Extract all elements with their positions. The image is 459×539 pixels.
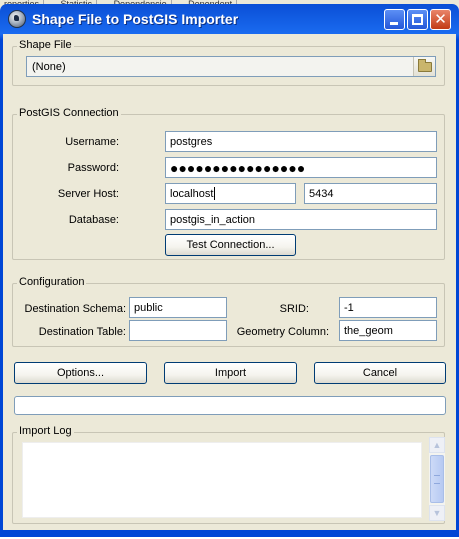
connection-legend: PostGIS Connection: [17, 107, 121, 119]
browse-button[interactable]: [413, 57, 435, 76]
scroll-up-arrow-icon[interactable]: ▲: [429, 437, 445, 453]
maximize-button[interactable]: [407, 9, 428, 30]
options-button[interactable]: Options...: [14, 362, 147, 384]
destination-schema-label: Destination Schema:: [24, 303, 127, 315]
password-value: ●●●●●●●●●●●●●●●●: [170, 159, 306, 176]
host-input[interactable]: localhost: [165, 183, 296, 204]
destination-table-input[interactable]: [129, 320, 227, 341]
username-label: Username:: [65, 136, 119, 148]
window-controls: ✕: [384, 9, 451, 30]
srid-label: SRID:: [279, 303, 309, 315]
destination-schema-value: public: [134, 301, 163, 314]
port-input[interactable]: 5434: [304, 183, 437, 204]
text-caret: [214, 187, 216, 200]
postgis-connection-group: PostGIS Connection Username: postgres Pa…: [12, 107, 445, 260]
dialog-client-area: Shape File (None) PostGIS Connection Use…: [3, 34, 456, 530]
import-log-group: Import Log ▲ ▼: [12, 425, 445, 524]
shape-file-value: (None): [32, 60, 66, 73]
shape-file-combo[interactable]: (None): [26, 56, 436, 77]
password-label: Password:: [67, 162, 119, 174]
import-button[interactable]: Import: [164, 362, 297, 384]
minimize-button[interactable]: [384, 9, 405, 30]
host-value: localhost: [170, 187, 214, 200]
password-input[interactable]: ●●●●●●●●●●●●●●●●: [165, 157, 437, 178]
geometry-column-label: Geometry Column:: [236, 326, 329, 338]
geometry-column-value: the_geom: [344, 324, 393, 337]
shape-file-legend: Shape File: [17, 39, 74, 51]
scroll-thumb[interactable]: [430, 455, 444, 503]
maximize-icon: [412, 14, 423, 25]
import-progress-bar: [14, 396, 446, 415]
username-value: postgres: [170, 135, 213, 148]
test-connection-button[interactable]: Test Connection...: [165, 234, 296, 256]
geometry-column-input[interactable]: the_geom: [339, 320, 437, 341]
configuration-legend: Configuration: [17, 276, 87, 288]
folder-icon: [417, 58, 432, 72]
import-log-legend: Import Log: [17, 425, 74, 437]
configuration-group: Configuration Destination Schema: public…: [12, 276, 445, 347]
port-value: 5434: [309, 187, 334, 200]
srid-value: -1: [344, 301, 354, 314]
scroll-down-arrow-icon[interactable]: ▼: [429, 505, 445, 521]
database-input[interactable]: postgis_in_action: [165, 209, 437, 230]
close-button[interactable]: ✕: [430, 9, 451, 30]
database-value: postgis_in_action: [170, 213, 256, 226]
log-scrollbar[interactable]: ▲ ▼: [429, 437, 445, 521]
username-input[interactable]: postgres: [165, 131, 437, 152]
destination-schema-input[interactable]: public: [129, 297, 227, 318]
close-icon: ✕: [434, 11, 447, 28]
window-title: Shape File to PostGIS Importer: [32, 11, 239, 27]
title-bar[interactable]: Shape File to PostGIS Importer ✕: [3, 4, 456, 34]
postgres-elephant-icon: [8, 10, 26, 28]
import-log-textarea[interactable]: [22, 442, 422, 518]
shape-file-group: Shape File (None): [12, 39, 445, 86]
cancel-button[interactable]: Cancel: [314, 362, 446, 384]
server-host-label: Server Host:: [57, 188, 119, 200]
srid-input[interactable]: -1: [339, 297, 437, 318]
database-label: Database:: [68, 214, 119, 226]
destination-table-label: Destination Table:: [38, 326, 126, 338]
minimize-icon: [390, 22, 398, 25]
